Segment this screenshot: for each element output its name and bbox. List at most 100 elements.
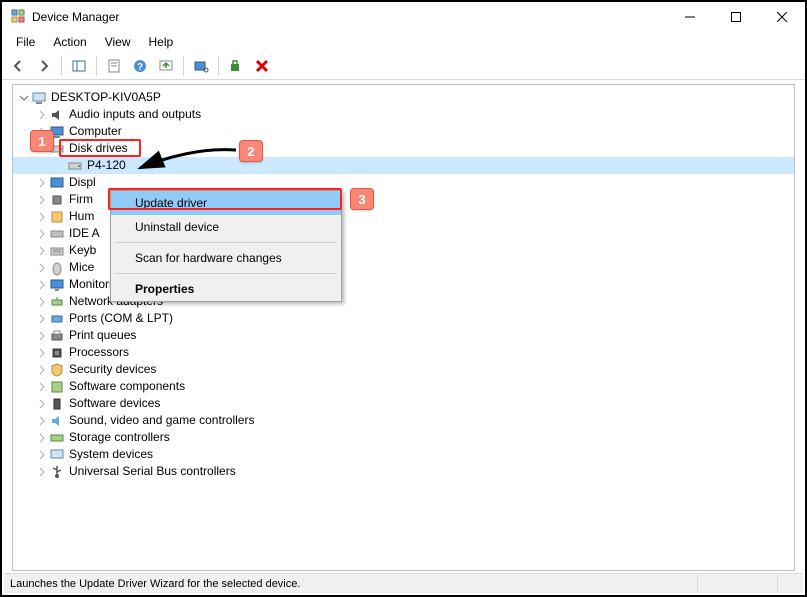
menu-action[interactable]: Action [45, 33, 94, 51]
hid-icon [49, 209, 65, 225]
tree-item-print-queues[interactable]: Print queues [13, 327, 794, 344]
chevron-right-icon[interactable] [35, 363, 49, 377]
chevron-right-icon[interactable] [35, 261, 49, 275]
context-menu-separator [115, 242, 337, 243]
chevron-right-icon[interactable] [35, 465, 49, 479]
tree-item-processors[interactable]: Processors [13, 344, 794, 361]
context-menu-label: Properties [135, 282, 194, 296]
tree-label: Keyb [69, 242, 96, 259]
maximize-button[interactable] [713, 2, 759, 32]
context-menu-label: Update driver [135, 196, 207, 210]
enable-device-button[interactable] [224, 54, 248, 78]
tree-item-soft-components[interactable]: Software components [13, 378, 794, 395]
tree-label: Processors [69, 344, 129, 361]
disk-icon [67, 158, 83, 174]
chevron-right-icon[interactable] [35, 312, 49, 326]
update-driver-toolbar-button[interactable] [154, 54, 178, 78]
toolbar: ? [2, 52, 805, 80]
tree-label: Displ [69, 174, 96, 191]
printer-icon [49, 328, 65, 344]
tree-label: Sound, video and game controllers [69, 412, 254, 429]
tree-item-audio[interactable]: Audio inputs and outputs [13, 106, 794, 123]
computer-icon [31, 90, 47, 106]
chevron-right-icon[interactable] [35, 176, 49, 190]
tree-item-disk-drives[interactable]: Disk drives [13, 140, 794, 157]
context-menu-update-driver[interactable]: Update driver [111, 191, 341, 215]
toolbar-separator [183, 56, 184, 76]
status-cell [697, 574, 777, 593]
context-menu-scan-hardware[interactable]: Scan for hardware changes [111, 246, 341, 270]
tree-item-sound[interactable]: Sound, video and game controllers [13, 412, 794, 429]
svg-text:?: ? [137, 62, 143, 73]
sound-icon [49, 413, 65, 429]
tree-item-security[interactable]: Security devices [13, 361, 794, 378]
chevron-right-icon[interactable] [35, 346, 49, 360]
tree-label: Universal Serial Bus controllers [69, 463, 236, 480]
properties-button[interactable] [102, 54, 126, 78]
tree-item-computer[interactable]: Computer [13, 123, 794, 140]
chevron-right-icon[interactable] [35, 431, 49, 445]
chevron-down-icon[interactable] [17, 91, 31, 105]
system-icon [49, 447, 65, 463]
chevron-right-icon[interactable] [35, 380, 49, 394]
forward-button[interactable] [32, 54, 56, 78]
minimize-button[interactable] [667, 2, 713, 32]
annotation-callout-2: 2 [239, 140, 263, 162]
mouse-icon [49, 260, 65, 276]
tree-item-system[interactable]: System devices [13, 446, 794, 463]
menu-file[interactable]: File [8, 33, 43, 51]
show-hide-tree-button[interactable] [67, 54, 91, 78]
context-menu-properties[interactable]: Properties [111, 277, 341, 301]
port-icon [49, 311, 65, 327]
uninstall-device-button[interactable] [250, 54, 274, 78]
status-text: Launches the Update Driver Wizard for th… [10, 578, 300, 590]
chevron-right-icon[interactable] [35, 193, 49, 207]
chevron-right-icon[interactable] [35, 397, 49, 411]
chevron-right-icon[interactable] [35, 414, 49, 428]
tree-label: Audio inputs and outputs [69, 106, 201, 123]
chevron-right-icon[interactable] [35, 278, 49, 292]
menu-view[interactable]: View [97, 33, 139, 51]
annotation-callout-3: 3 [350, 188, 374, 210]
tree-item-usb[interactable]: Universal Serial Bus controllers [13, 463, 794, 480]
context-menu: Update driver Uninstall device Scan for … [110, 190, 342, 302]
help-button[interactable]: ? [128, 54, 152, 78]
tree-label: Ports (COM & LPT) [69, 310, 173, 327]
toolbar-separator [61, 56, 62, 76]
tree-item-soft-devices[interactable]: Software devices [13, 395, 794, 412]
scan-hardware-button[interactable] [189, 54, 213, 78]
status-bar: Launches the Update Driver Wizard for th… [4, 573, 803, 593]
back-button[interactable] [6, 54, 30, 78]
tree-item-disk-child[interactable]: P4-120 [13, 157, 794, 174]
chip-icon [49, 192, 65, 208]
tree-label: Firm [69, 191, 93, 208]
close-button[interactable] [759, 2, 805, 32]
tree-label: Software components [69, 378, 185, 395]
chevron-right-icon[interactable] [35, 210, 49, 224]
tree-label: Security devices [69, 361, 156, 378]
component-icon [49, 379, 65, 395]
chevron-right-icon[interactable] [35, 295, 49, 309]
ide-icon [49, 226, 65, 242]
keyboard-icon [49, 243, 65, 259]
chevron-right-icon[interactable] [35, 329, 49, 343]
chevron-right-icon[interactable] [35, 244, 49, 258]
context-menu-uninstall[interactable]: Uninstall device [111, 215, 341, 239]
cpu-icon [49, 345, 65, 361]
chevron-right-icon[interactable] [35, 448, 49, 462]
tree-item-ports[interactable]: Ports (COM & LPT) [13, 310, 794, 327]
menu-help[interactable]: Help [141, 33, 182, 51]
tree-root[interactable]: DESKTOP-KIV0A5P [13, 89, 794, 106]
shield-icon [49, 362, 65, 378]
device-icon [49, 396, 65, 412]
tree-label: Monitors [69, 276, 115, 293]
chevron-right-icon[interactable] [35, 108, 49, 122]
display-icon [49, 175, 65, 191]
menu-bar: File Action View Help [2, 32, 805, 52]
tree-label: Print queues [69, 327, 136, 344]
tree-label: Storage controllers [69, 429, 170, 446]
tree-item-display[interactable]: Displ [13, 174, 794, 191]
chevron-right-icon[interactable] [35, 227, 49, 241]
tree-item-storage[interactable]: Storage controllers [13, 429, 794, 446]
context-menu-label: Scan for hardware changes [135, 251, 282, 265]
